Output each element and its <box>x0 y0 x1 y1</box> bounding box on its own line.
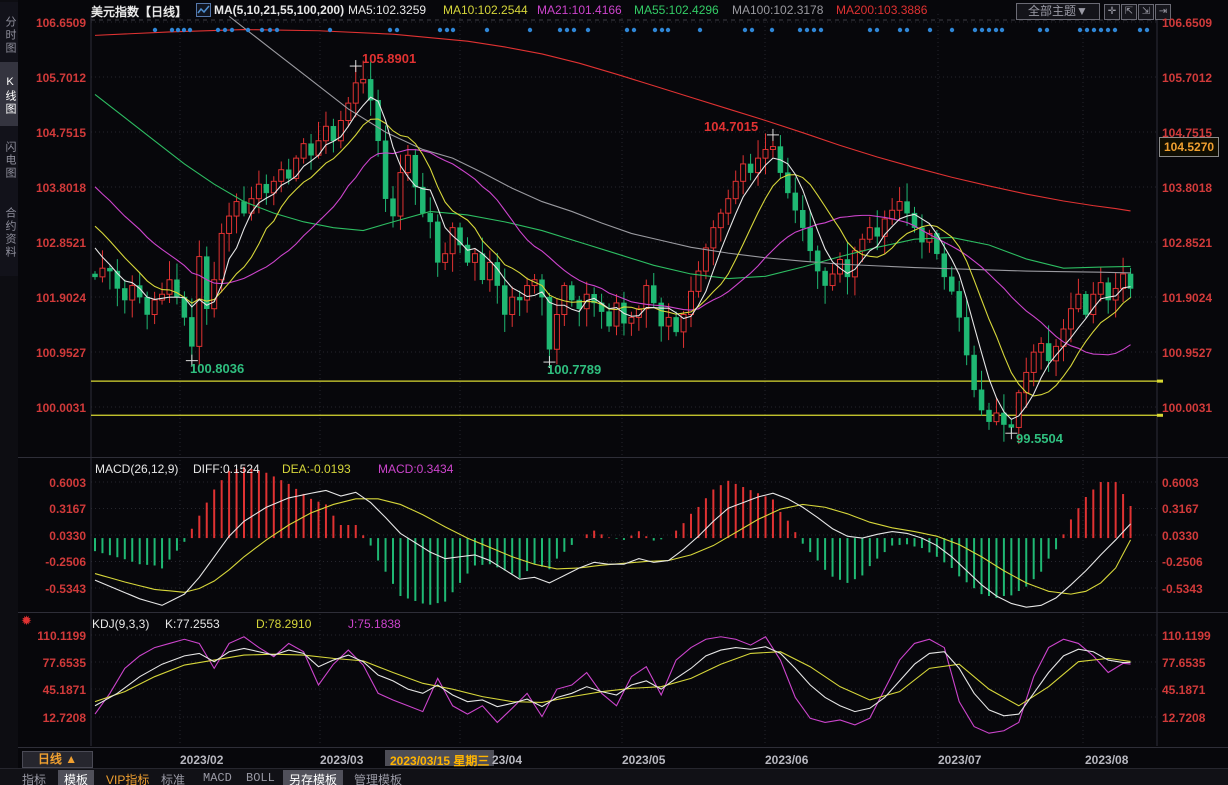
kdj-k-line <box>95 647 1131 716</box>
kdj-k-value: K:77.2553 <box>165 617 220 631</box>
tab-manage-templates[interactable]: 管理模板 <box>348 770 408 785</box>
kdj-axis-right-1: 77.6535 <box>1162 656 1205 670</box>
macd-axis-left-4: -0.5343 <box>20 582 86 596</box>
ma10-line <box>95 119 1131 396</box>
date-label-jun: 2023/06 <box>765 753 808 767</box>
kdj-axis-right-2: 45.1871 <box>1162 683 1205 697</box>
kdj-d-line <box>95 652 1131 706</box>
chart-icon <box>196 3 211 17</box>
crosshair-date-tooltip: 2023/03/15 星期三 <box>385 750 494 766</box>
macd-axis-right-1: 0.3167 <box>1162 502 1199 516</box>
date-label-feb: 2023/02 <box>180 753 223 767</box>
ma100-legend: MA100:102.3178 <box>732 3 823 17</box>
tab-boll[interactable]: BOLL <box>240 770 281 785</box>
macd-dea-value: DEA:-0.0193 <box>282 462 351 476</box>
drawn-horizontal-lines[interactable] <box>91 381 1163 415</box>
axis-left-icon[interactable]: ⇱ <box>1121 4 1137 20</box>
kdj-axis-right-0: 110.1199 <box>1162 629 1211 643</box>
macd-title: MACD(26,12,9) <box>95 462 178 476</box>
tab-macd[interactable]: MACD <box>197 770 238 785</box>
annotation-low-1007: 100.7789 <box>547 362 601 377</box>
price-axis-left-6: 100.9527 <box>20 346 86 360</box>
macd-axis-left-3: -0.2506 <box>20 555 86 569</box>
kdj-j-line <box>95 637 1131 733</box>
macd-panel[interactable] <box>95 467 1131 607</box>
theme-selector-button[interactable]: 全部主题▼ <box>1016 3 1100 20</box>
price-axis-right-4: 102.8521 <box>1162 236 1212 250</box>
price-axis-right-1: 105.7012 <box>1162 71 1212 85</box>
dea-line <box>95 499 1131 594</box>
tab-indicators[interactable]: 指标 <box>16 770 52 785</box>
price-axis-left-2: 104.7515 <box>20 126 86 140</box>
kdj-panel[interactable] <box>95 637 1131 733</box>
annotation-high-105: 105.8901 <box>362 51 416 66</box>
macd-axis-left-2: 0.0330 <box>20 529 86 543</box>
sidebar-tab-lightning-chart[interactable]: 闪电图 <box>0 126 18 194</box>
price-axis-right-5: 101.9024 <box>1162 291 1212 305</box>
ma21-legend: MA21:101.4166 <box>537 3 622 17</box>
kdj-axis-right-3: 12.7208 <box>1162 711 1205 725</box>
macd-diff-value: DIFF:0.1524 <box>193 462 260 476</box>
tab-templates[interactable]: 模板 <box>58 770 94 785</box>
sidebar: 分时图 K线图 闪电图 合约资料 <box>0 0 18 785</box>
annotation-low-1008: 100.8036 <box>190 361 244 376</box>
tab-save-template[interactable]: 另存模板 <box>283 770 343 785</box>
macd-axis-right-3: -0.2506 <box>1162 555 1203 569</box>
sidebar-tab-kline-chart[interactable]: K线图 <box>0 62 18 130</box>
sidebar-tab-contract-info[interactable]: 合约资料 <box>0 190 18 276</box>
kdj-axis-left-2: 45.1871 <box>20 683 86 697</box>
date-label-jul: 2023/07 <box>938 753 981 767</box>
macd-axis-left-0: 0.6003 <box>20 476 86 490</box>
kdj-d-value: D:78.2910 <box>256 617 311 631</box>
ma10-legend: MA10:102.2544 <box>443 3 528 17</box>
pan-icon[interactable]: ✛ <box>1104 4 1120 20</box>
period-arrow-icon: ▲ <box>65 752 77 766</box>
axis-right-icon[interactable]: ⇲ <box>1138 4 1154 20</box>
period-selector[interactable]: 日线 ▲ <box>22 751 93 768</box>
ma55-legend: MA55:102.4296 <box>634 3 719 17</box>
indicator-settings-icon[interactable]: ✹ <box>21 614 32 629</box>
date-label-may: 2023/05 <box>622 753 665 767</box>
price-axis-left-4: 102.8521 <box>20 236 86 250</box>
ma200-line <box>95 30 1131 211</box>
annotation-high-104: 104.7015 <box>704 119 758 134</box>
chart-title: 美元指数【日线】 <box>91 3 187 20</box>
macd-axis-right-4: -0.5343 <box>1162 582 1203 596</box>
kdj-title: KDJ(9,3,3) <box>92 617 149 631</box>
tab-vip-indicators[interactable]: VIP指标 <box>100 770 155 785</box>
macd-axis-right-0: 0.6003 <box>1162 476 1199 490</box>
macd-axis-right-2: 0.0330 <box>1162 529 1199 543</box>
kdj-j-value: J:75.1838 <box>348 617 401 631</box>
price-axis-right-3: 103.8018 <box>1162 181 1212 195</box>
price-axis-left-7: 100.0031 <box>20 401 86 415</box>
price-axis-left-3: 103.8018 <box>20 181 86 195</box>
annotation-low-995: 99.5504 <box>1016 431 1063 446</box>
macd-macd-value: MACD:0.3434 <box>378 462 453 476</box>
tab-standard[interactable]: 标准 <box>155 770 191 785</box>
date-label-apr: 23/04 <box>492 753 522 767</box>
date-label-mar: 2023/03 <box>320 753 363 767</box>
price-axis-left-1: 105.7012 <box>20 71 86 85</box>
price-axis-left-0: 106.6509 <box>20 16 86 30</box>
price-axis-right-6: 100.9527 <box>1162 346 1212 360</box>
price-axis-left-5: 101.9024 <box>20 291 86 305</box>
price-axis-right-0: 106.6509 <box>1162 16 1212 30</box>
sidebar-tab-time-chart[interactable]: 分时图 <box>0 2 18 68</box>
period-label: 日线 <box>38 752 62 766</box>
chart-canvas[interactable] <box>0 0 1228 785</box>
ma200-legend: MA200:103.3886 <box>836 3 927 17</box>
date-label-aug: 2023/08 <box>1085 753 1128 767</box>
ma-params-label: MA(5,10,21,55,100,200) <box>214 3 344 17</box>
price-axis-right-7: 100.0031 <box>1162 401 1212 415</box>
trading-app-window: 分时图 K线图 闪电图 合约资料 美元指数【日线】 MA(5,10,21,55,… <box>0 0 1228 785</box>
price-marker-badge: 104.5270 <box>1159 137 1219 157</box>
diff-line <box>95 490 1131 607</box>
ma5-legend: MA5:102.3259 <box>348 3 426 17</box>
kdj-axis-left-1: 77.6535 <box>20 656 86 670</box>
kdj-axis-left-3: 12.7208 <box>20 711 86 725</box>
macd-axis-left-1: 0.3167 <box>20 502 86 516</box>
kdj-axis-left-0: 110.1199 <box>20 629 86 643</box>
